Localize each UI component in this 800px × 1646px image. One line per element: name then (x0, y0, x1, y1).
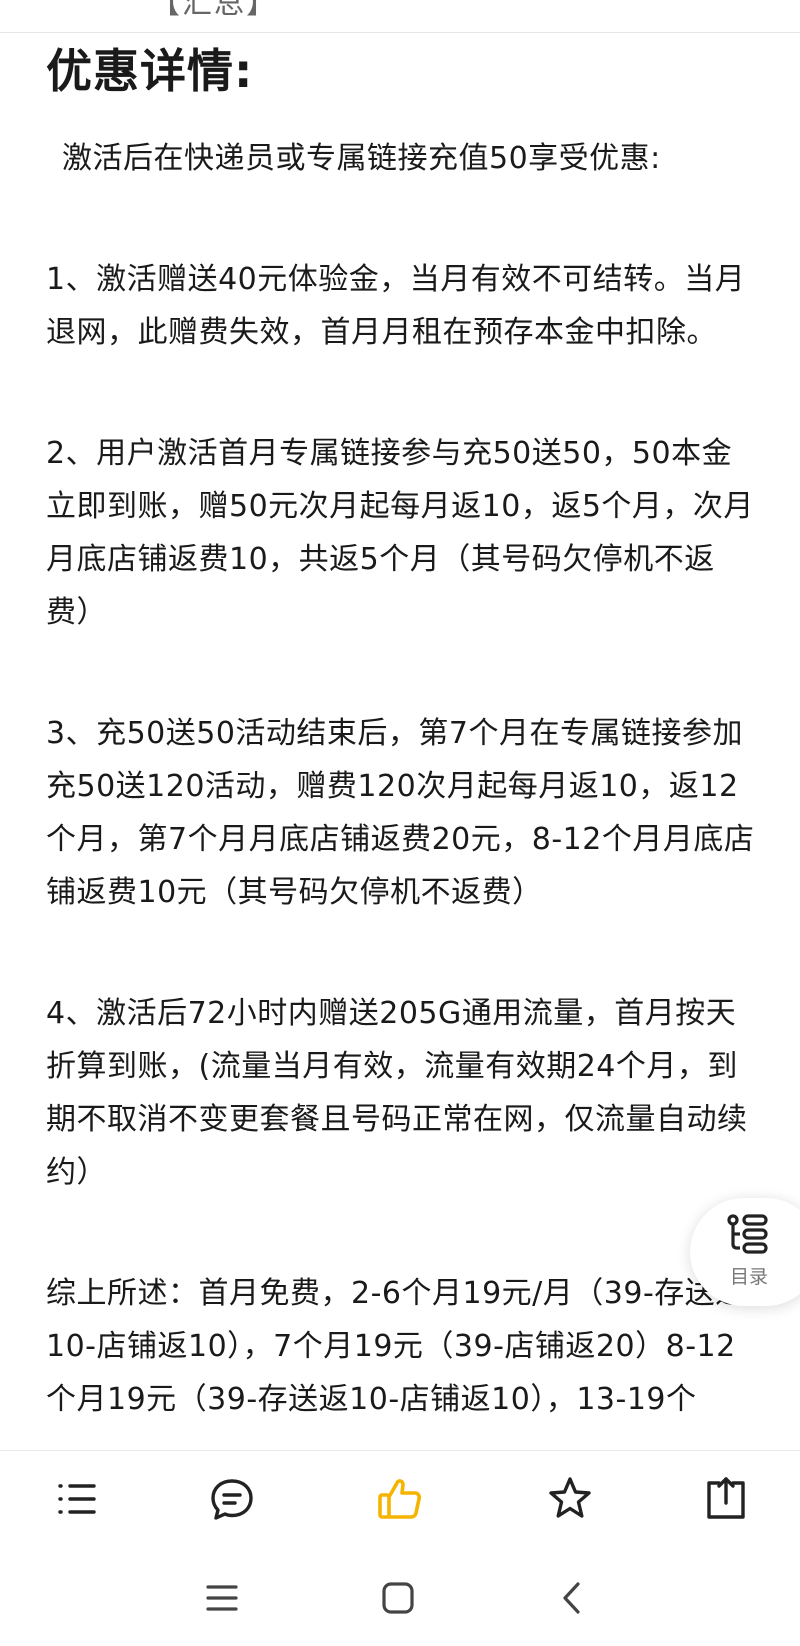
favorite-button[interactable] (542, 1471, 598, 1527)
menu-list-button[interactable] (50, 1471, 106, 1527)
share-icon (707, 1477, 745, 1519)
back-icon (563, 1582, 580, 1614)
article-paragraph: 4、激活后72小时内赠送205G通用流量，首月按天折算到账，(流量当月有效，流量… (46, 996, 748, 1190)
article-intro: 激活后在快递员或专属链接充值50享受优惠: (62, 141, 661, 176)
recent-apps-button[interactable] (198, 1574, 246, 1622)
system-navigation-bar (0, 1546, 800, 1646)
article-paragraph: 1、激活赠送40元体验金，当月有效不可结转。当月退网，此赠费失效，首月月租在预存… (46, 262, 746, 350)
menu-list-icon (58, 1484, 96, 1514)
bottom-action-bar (0, 1450, 800, 1547)
comment-icon (211, 1479, 253, 1520)
toc-button-label: 目录 (730, 1266, 769, 1288)
star-icon (549, 1477, 591, 1518)
home-icon (382, 1582, 414, 1614)
comment-button[interactable] (204, 1471, 260, 1527)
share-button[interactable] (698, 1471, 754, 1527)
like-button[interactable] (372, 1471, 428, 1527)
article-paragraph: 2、用户激活首月专属链接参与充50送50，50本金立即到账，赠50元次月起每月返… (46, 436, 754, 630)
recent-apps-icon (206, 1585, 238, 1611)
header-partial-text: 【汇总】 (150, 0, 278, 21)
toc-icon (727, 1214, 768, 1254)
article-paragraph: 综上所述：首月免费，2-6个月19元/月（39-存送返10-店铺返10），7个月… (46, 1276, 746, 1417)
home-button[interactable] (374, 1574, 422, 1622)
article-body: 优惠详情: 激活后在快递员或专属链接充值50享受优惠: 1、激活赠送40元体验金… (46, 32, 758, 1450)
top-header-strip: 【汇总】 (0, 0, 800, 33)
back-button[interactable] (548, 1574, 596, 1622)
article-title: 优惠详情: (46, 44, 254, 98)
like-thumb-icon (378, 1479, 422, 1519)
article-paragraph: 3、充50送50活动结束后，第7个月在专属链接参加充50送120活动，赠费120… (46, 716, 755, 910)
toc-button[interactable]: 目录 (690, 1198, 800, 1306)
